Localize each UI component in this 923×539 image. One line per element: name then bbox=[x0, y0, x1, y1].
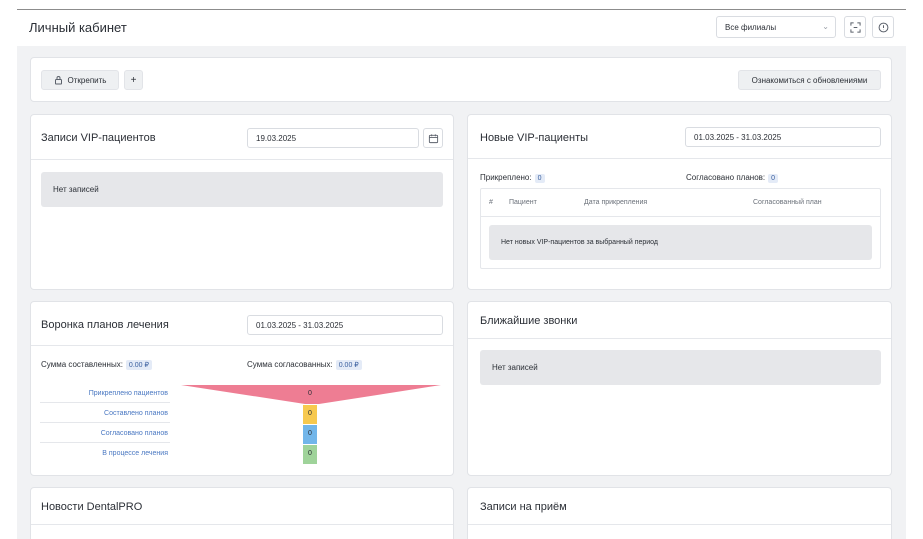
info-button[interactable] bbox=[872, 16, 894, 38]
updates-button[interactable]: Ознакомиться с обновлениями bbox=[738, 70, 881, 90]
news-card: Новости DentalPRO bbox=[30, 487, 454, 539]
lock-icon bbox=[54, 76, 62, 85]
funnel-card: Воронка планов лечения 01.03.2025 - 31.0… bbox=[30, 301, 454, 476]
appointments-title: Записи на приём bbox=[480, 501, 567, 513]
funnel-value-agreed: 0 bbox=[308, 430, 312, 437]
new-vip-table: # Пациент Дата прикрепления Согласованны… bbox=[480, 188, 881, 269]
funnel-row-line bbox=[40, 422, 170, 423]
branch-select-value: Все филиалы bbox=[725, 23, 777, 32]
appointments-card: Записи на приём bbox=[467, 487, 892, 539]
sum-agreed-value: 0.00 ₽ bbox=[335, 360, 362, 370]
news-title: Новости DentalPRO bbox=[41, 501, 143, 513]
attached-stat: Прикреплено: 0 bbox=[480, 173, 545, 183]
funnel-row-line bbox=[40, 402, 170, 403]
divider bbox=[468, 158, 891, 159]
funnel-title: Воронка планов лечения bbox=[41, 319, 169, 331]
attached-count: 0 bbox=[534, 174, 545, 183]
sum-made-label: Сумма составленных: bbox=[41, 360, 123, 369]
agreed-label: Согласовано планов: bbox=[686, 173, 766, 182]
calls-title: Ближайшие звонки bbox=[480, 315, 578, 327]
funnel-date-input[interactable]: 01.03.2025 - 31.03.2025 bbox=[247, 315, 443, 335]
unpin-button[interactable]: Открепить bbox=[41, 70, 119, 90]
vip-records-card: Записи VIP-пациентов 19.03.2025 Нет запи… bbox=[30, 114, 454, 290]
add-widget-button[interactable]: + bbox=[124, 70, 143, 90]
sum-agreed-label: Сумма согласованных: bbox=[247, 360, 333, 369]
add-label: + bbox=[130, 74, 137, 86]
branch-select[interactable]: Все филиалы ⌄ bbox=[716, 16, 836, 38]
calendar-button[interactable] bbox=[423, 128, 443, 148]
agreed-count: 0 bbox=[768, 174, 779, 183]
funnel-stage-label-made: Составлено планов bbox=[104, 410, 168, 417]
info-icon bbox=[878, 22, 888, 32]
vip-records-date-input[interactable]: 19.03.2025 bbox=[247, 128, 419, 148]
sum-made-stat: Сумма составленных: 0.00 ₽ bbox=[41, 360, 152, 370]
new-vip-empty: Нет новых VIP-пациентов за выбранный пер… bbox=[489, 225, 872, 260]
funnel-value-made: 0 bbox=[308, 410, 312, 417]
divider bbox=[31, 159, 453, 160]
vip-records-title: Записи VIP-пациентов bbox=[41, 132, 156, 144]
funnel-stage-label-agreed: Согласовано планов bbox=[100, 430, 168, 437]
sum-made-value: 0.00 ₽ bbox=[125, 360, 152, 370]
divider bbox=[31, 524, 453, 525]
calls-empty: Нет записей bbox=[480, 350, 881, 385]
attached-label: Прикреплено: bbox=[480, 173, 532, 182]
dashboard-area: Открепить + Ознакомиться с обновлениями … bbox=[17, 46, 906, 539]
divider bbox=[468, 524, 891, 525]
page-header: Личный кабинет Все филиалы ⌄ bbox=[17, 10, 906, 46]
divider bbox=[31, 345, 453, 346]
unpin-label: Открепить bbox=[67, 75, 107, 85]
table-divider bbox=[481, 216, 880, 217]
funnel-stage-label-treatment: В процессе лечения bbox=[102, 450, 168, 457]
funnel-value-attached: 0 bbox=[308, 390, 312, 397]
calendar-icon bbox=[428, 133, 438, 143]
vip-records-empty: Нет записей bbox=[41, 172, 443, 207]
funnel-stage-label-attached: Прикреплено пациентов bbox=[88, 390, 168, 397]
divider bbox=[468, 338, 891, 339]
page-title: Личный кабинет bbox=[29, 20, 127, 35]
updates-label: Ознакомиться с обновлениями bbox=[751, 75, 868, 85]
funnel-value-treatment: 0 bbox=[308, 450, 312, 457]
fullscreen-button[interactable] bbox=[844, 16, 866, 38]
toolbar-card: Открепить + Ознакомиться с обновлениями bbox=[30, 57, 892, 102]
col-attach-date: Дата прикрепления bbox=[584, 199, 648, 206]
sum-agreed-stat: Сумма согласованных: 0.00 ₽ bbox=[247, 360, 362, 370]
new-vip-title: Новые VIP-пациенты bbox=[480, 132, 589, 144]
col-patient: Пациент bbox=[509, 199, 537, 206]
new-vip-date-input[interactable]: 01.03.2025 - 31.03.2025 bbox=[685, 127, 881, 147]
col-number: # bbox=[489, 199, 493, 206]
chevron-down-icon: ⌄ bbox=[822, 22, 829, 31]
col-agreed-plan: Согласованный план bbox=[753, 199, 822, 206]
new-vip-card: Новые VIP-пациенты 01.03.2025 - 31.03.20… bbox=[467, 114, 892, 290]
funnel-row-line bbox=[40, 442, 170, 443]
fullscreen-icon bbox=[849, 21, 861, 33]
agreed-stat: Согласовано планов: 0 bbox=[686, 173, 779, 183]
calls-card: Ближайшие звонки Нет записей bbox=[467, 301, 892, 476]
